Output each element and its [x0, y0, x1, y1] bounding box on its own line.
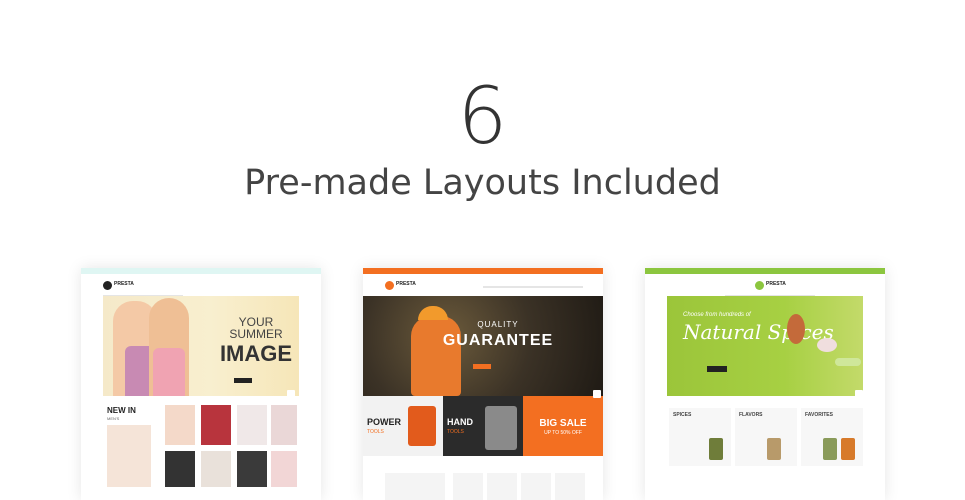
- category-spices[interactable]: SPICES: [669, 408, 731, 466]
- product-image: [165, 451, 195, 487]
- layout-preview-spices[interactable]: PRESTA Choose from hundreds of Natural S…: [645, 268, 885, 500]
- hero-small-text: Choose from hundreds of: [683, 312, 751, 318]
- shop-now-button[interactable]: [707, 366, 727, 372]
- brand-name: PRESTA: [766, 281, 786, 287]
- category-flavors[interactable]: FLAVORS: [735, 408, 797, 466]
- jar-image: [823, 438, 837, 460]
- logo-icon: [103, 281, 112, 290]
- category-title: FAVORITES: [805, 412, 833, 418]
- banner-subtitle: TOOLS: [367, 429, 384, 435]
- banner-title: BIG SALE: [539, 418, 587, 429]
- hand-tools-banner[interactable]: HAND TOOLS: [443, 396, 523, 456]
- product-image: [271, 451, 297, 487]
- block-title: NEW IN: [107, 406, 136, 415]
- main-nav: [483, 286, 583, 288]
- big-sale-banner[interactable]: BIG SALE UP TO 50% OFF: [523, 396, 603, 456]
- layouts-count: 6: [457, 72, 508, 162]
- hero-big-text: Natural Spices: [683, 320, 834, 344]
- model-image: [107, 425, 151, 487]
- product-image: [521, 473, 551, 500]
- logo-icon: [385, 281, 394, 290]
- product-image: [237, 405, 267, 445]
- banner-title: HAND: [447, 417, 473, 427]
- page-subtitle: Pre-made Layouts Included: [244, 163, 721, 203]
- model-outfit: [153, 348, 185, 396]
- hero-big-text: IMAGE: [219, 341, 293, 366]
- product-image: [487, 473, 517, 500]
- layout-preview-tools[interactable]: PRESTA QUALITY GUARANTEE POWER TOOLS HAN…: [363, 268, 603, 500]
- garlic-image: [817, 338, 837, 352]
- product-image: [201, 405, 231, 445]
- jar-image: [841, 438, 855, 460]
- helmet-image: [418, 306, 448, 320]
- hero-big-text: GUARANTEE: [442, 332, 554, 349]
- product-image: [201, 451, 231, 487]
- hero-small-text: YOUR SUMMER: [229, 315, 283, 341]
- block-subtitle: MEN'S: [107, 416, 120, 421]
- product-image: [271, 405, 297, 445]
- banner-subtitle: UP TO 50% OFF: [544, 430, 582, 436]
- shop-now-button[interactable]: [473, 364, 491, 369]
- category-title: SPICES: [673, 412, 692, 418]
- hero-small-text: QUALITY: [477, 320, 519, 329]
- spice-image: [787, 314, 805, 344]
- jar-image: [767, 438, 781, 460]
- drill-image: [408, 406, 436, 446]
- celery-image: [835, 358, 861, 366]
- product-image: [555, 473, 585, 500]
- shop-now-button[interactable]: [234, 378, 252, 383]
- new-in-section: NEW IN MEN'S: [103, 403, 299, 493]
- hero-banner: QUALITY GUARANTEE: [363, 296, 603, 396]
- banner-subtitle: TOOLS: [447, 429, 464, 435]
- power-tools-banner[interactable]: POWER TOOLS: [363, 396, 443, 456]
- banner-title: POWER: [367, 417, 402, 427]
- product-image: [385, 473, 445, 500]
- jar-image: [709, 438, 723, 460]
- hero-banner: YOUR SUMMER IMAGE: [103, 296, 299, 396]
- brand-name: PRESTA: [114, 281, 134, 287]
- category-title: FLAVORS: [739, 412, 763, 418]
- logo-icon: [755, 281, 764, 290]
- hammer-image: [485, 406, 517, 450]
- layout-preview-fashion[interactable]: PRESTA YOUR SUMMER IMAGE NEW IN MEN'S: [81, 268, 321, 500]
- slider-next-icon[interactable]: [593, 390, 601, 398]
- product-image: [237, 451, 267, 487]
- product-image: [165, 405, 195, 445]
- product-image: [453, 473, 483, 500]
- brand-name: PRESTA: [396, 281, 416, 287]
- hero-banner: Choose from hundreds of Natural Spices: [667, 296, 863, 396]
- slider-next-icon[interactable]: [855, 390, 863, 398]
- category-favorites[interactable]: FAVORITES: [801, 408, 863, 466]
- slider-next-icon[interactable]: [287, 390, 295, 398]
